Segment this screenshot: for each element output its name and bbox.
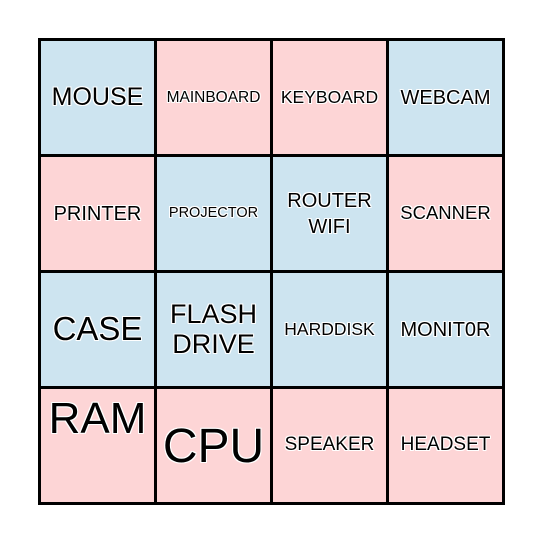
bingo-cell-ram[interactable]: RAM — [41, 389, 154, 502]
cell-label: RAM — [48, 394, 147, 443]
cell-label: SPEAKER — [284, 434, 375, 456]
cell-label: PROJECTOR — [168, 204, 259, 221]
bingo-cell-case[interactable]: CASE — [41, 273, 154, 386]
bingo-cell-headset[interactable]: HEADSET — [389, 389, 502, 502]
bingo-cell-mouse[interactable]: MOUSE — [41, 41, 154, 154]
bingo-cell-flash-drive[interactable]: FLASH DRIVE — [157, 273, 270, 386]
cell-label: HARDDISK — [284, 318, 375, 339]
cell-label: MOUSE — [51, 82, 144, 111]
cell-label: CPU — [162, 420, 265, 474]
cell-label: WEBCAM — [400, 86, 491, 109]
bingo-cell-cpu[interactable]: CPU — [157, 389, 270, 502]
bingo-board: MOUSE MAINBOARD KEYBOARD WEBCAM PRINTER … — [38, 38, 505, 505]
bingo-cell-speaker[interactable]: SPEAKER — [273, 389, 386, 502]
cell-label: KEYBOARD — [280, 86, 379, 107]
cell-label: MONIT0R — [400, 318, 491, 341]
bingo-cell-scanner[interactable]: SCANNER — [389, 157, 502, 270]
bingo-cell-harddisk[interactable]: HARDDISK — [273, 273, 386, 386]
bingo-cell-projector[interactable]: PROJECTOR — [157, 157, 270, 270]
bingo-cell-keyboard[interactable]: KEYBOARD — [273, 41, 386, 154]
cell-label: ROUTER WIFI — [287, 189, 372, 238]
cell-label: FLASH DRIVE — [169, 298, 258, 359]
bingo-cell-webcam[interactable]: WEBCAM — [389, 41, 502, 154]
bingo-cell-router-wifi[interactable]: ROUTER WIFI — [273, 157, 386, 270]
cell-label: PRINTER — [53, 202, 142, 225]
bingo-cell-monitor[interactable]: MONIT0R — [389, 273, 502, 386]
cell-label: CASE — [52, 310, 143, 348]
cell-label: MAINBOARD — [166, 88, 261, 106]
cell-label: HEADSET — [400, 434, 491, 456]
cell-label: SCANNER — [400, 202, 491, 224]
bingo-cell-printer[interactable]: PRINTER — [41, 157, 154, 270]
bingo-cell-mainboard[interactable]: MAINBOARD — [157, 41, 270, 154]
